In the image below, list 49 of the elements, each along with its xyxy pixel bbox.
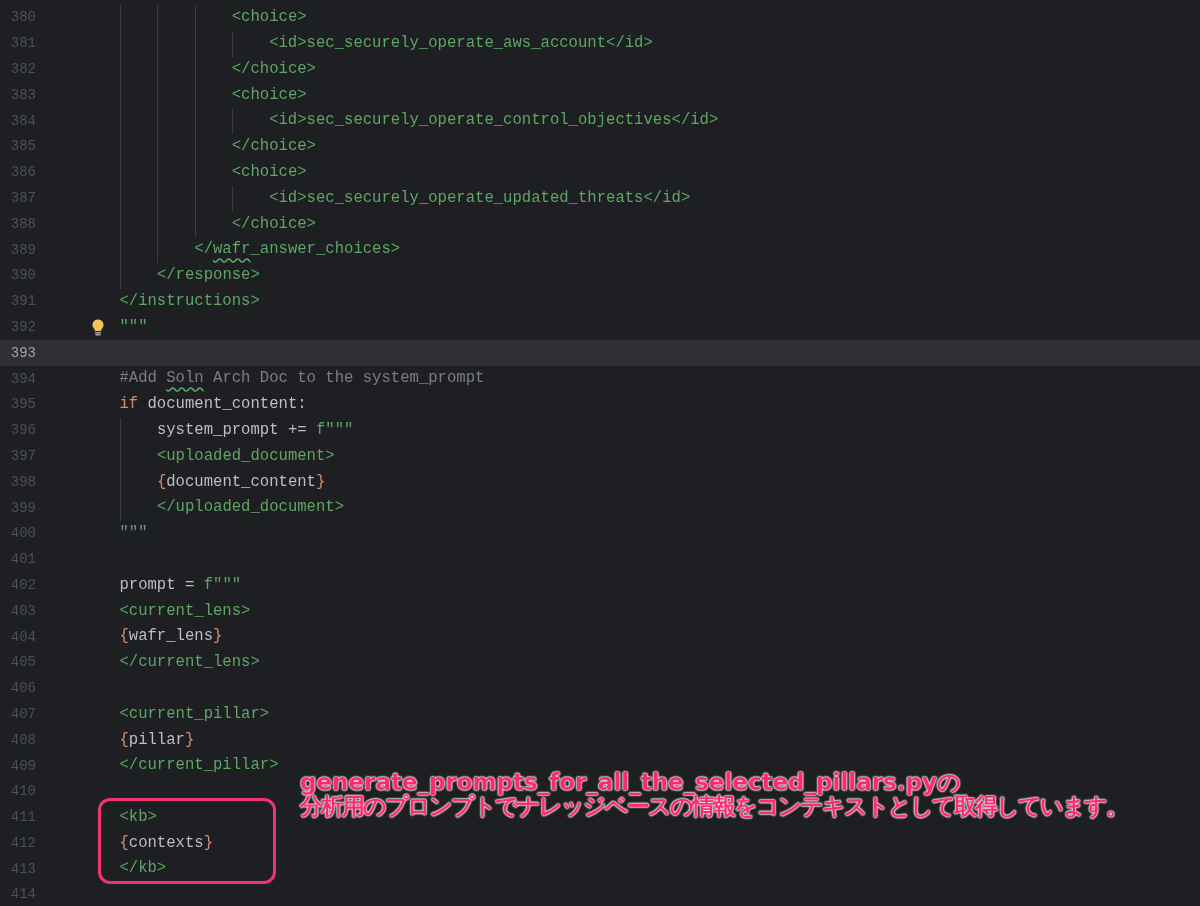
code-comment: #Add <box>119 369 158 388</box>
code-text: contexts <box>128 833 204 852</box>
code-string: </kb> <box>119 859 167 878</box>
code-tag: </choice> <box>231 137 316 156</box>
code-tag: <choice> <box>231 162 307 181</box>
code-brace: { <box>119 833 129 852</box>
code-text: system_prompt += <box>156 420 308 439</box>
code-string: <current_pillar> <box>119 704 270 723</box>
code-tag: <choice> <box>231 85 307 104</box>
code-brace: } <box>213 627 223 646</box>
code-text: document_content: <box>146 395 307 414</box>
code-brace: { <box>119 730 129 749</box>
code-string: f""" <box>203 575 242 594</box>
code-tag: _answer_choices> <box>250 240 401 259</box>
code-string: """ <box>119 317 148 336</box>
code-string: f""" <box>315 420 354 439</box>
code-brace: } <box>315 472 326 491</box>
line-number: 393 <box>9 343 36 363</box>
annotation-text: generate_prompts_for_all_the_selected_pillars.pyの <box>300 770 962 794</box>
code-tag: </ <box>194 240 213 259</box>
code-tag: </response> <box>156 266 260 285</box>
code-brace: { <box>119 627 129 646</box>
code-string: """ <box>119 524 148 543</box>
code-brace: } <box>203 833 214 852</box>
code-tag: <choice> <box>231 8 307 27</box>
code-string: <uploaded_document> <box>156 446 335 465</box>
misspelled-word: Soln <box>166 369 204 388</box>
code-text: prompt = <box>119 575 196 594</box>
code-string: </uploaded_document> <box>156 498 345 517</box>
code-string: </current_pillar> <box>119 756 279 775</box>
code-tag: <id>sec_securely_operate_control_objectives</id> <box>269 111 719 130</box>
code-brace: { <box>156 472 167 491</box>
code-tag: <id>sec_securely_operate_aws_account</id> <box>269 34 653 52</box>
code-brace: } <box>184 730 195 749</box>
code-tag: </instructions> <box>119 291 260 310</box>
annotation-text: 分析用のプロンプトでナレッジベースの情報をコンテキストとして取得しています。 <box>300 794 1127 818</box>
code-text: wafr_lens <box>128 627 214 646</box>
lightbulb-icon[interactable] <box>92 318 104 336</box>
code-tag: <id>sec_securely_operate_updated_threats</id> <box>269 188 691 207</box>
misspelled-word: wafr <box>213 240 251 259</box>
code-tag: </choice> <box>231 214 316 233</box>
code-comment: Arch Doc to the system_prompt <box>212 369 485 388</box>
code-string: <current_lens> <box>119 601 251 620</box>
code-string: </current_lens> <box>119 653 260 672</box>
code-string: <kb> <box>119 807 157 826</box>
code-keyword: if <box>119 395 139 414</box>
code-tag: </choice> <box>231 59 316 78</box>
code-text: document_content <box>166 472 316 491</box>
code-text: pillar <box>128 730 185 749</box>
